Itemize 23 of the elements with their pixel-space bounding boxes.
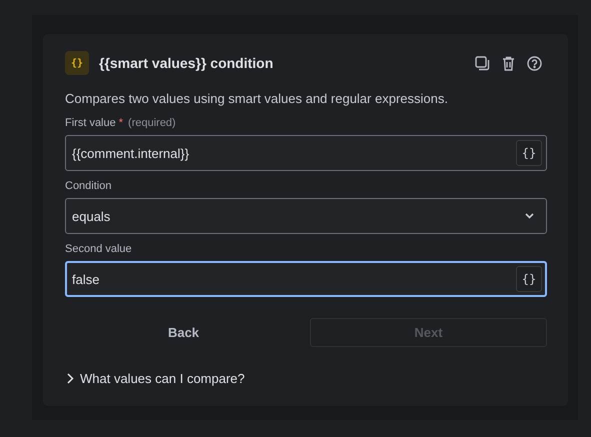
help-icon[interactable] (527, 56, 542, 70)
back-button[interactable]: Back (65, 318, 302, 347)
description: Compares two values using smart values and regular expressions. (65, 91, 449, 106)
value-field[interactable]: {{comment.internal}} {} (65, 135, 547, 171)
smart-value-button[interactable]: {} (516, 266, 542, 292)
braces-icon: {} (65, 51, 89, 75)
panel-title: {{smart values}} condition (99, 55, 274, 71)
condition-select[interactable]: equals (65, 198, 547, 234)
chevron-down-icon (525, 213, 534, 219)
field-value: equals (72, 208, 112, 224)
required-mark: * (118, 117, 124, 129)
field-label: First value (65, 117, 116, 129)
help-expander[interactable]: What values can I compare? (67, 364, 245, 393)
delete-icon[interactable] (502, 56, 515, 70)
value-field[interactable]: false {} (65, 261, 547, 297)
copy-icon[interactable] (475, 56, 490, 70)
field-label: Second value (65, 243, 132, 255)
field-label: Condition (65, 180, 112, 192)
chevron-right-icon (67, 373, 74, 384)
smart-value-button[interactable]: {} (516, 140, 542, 166)
field-value: {{comment.internal}} (72, 146, 190, 160)
field-value: false (72, 272, 100, 286)
field-hint: (required) (128, 117, 176, 129)
